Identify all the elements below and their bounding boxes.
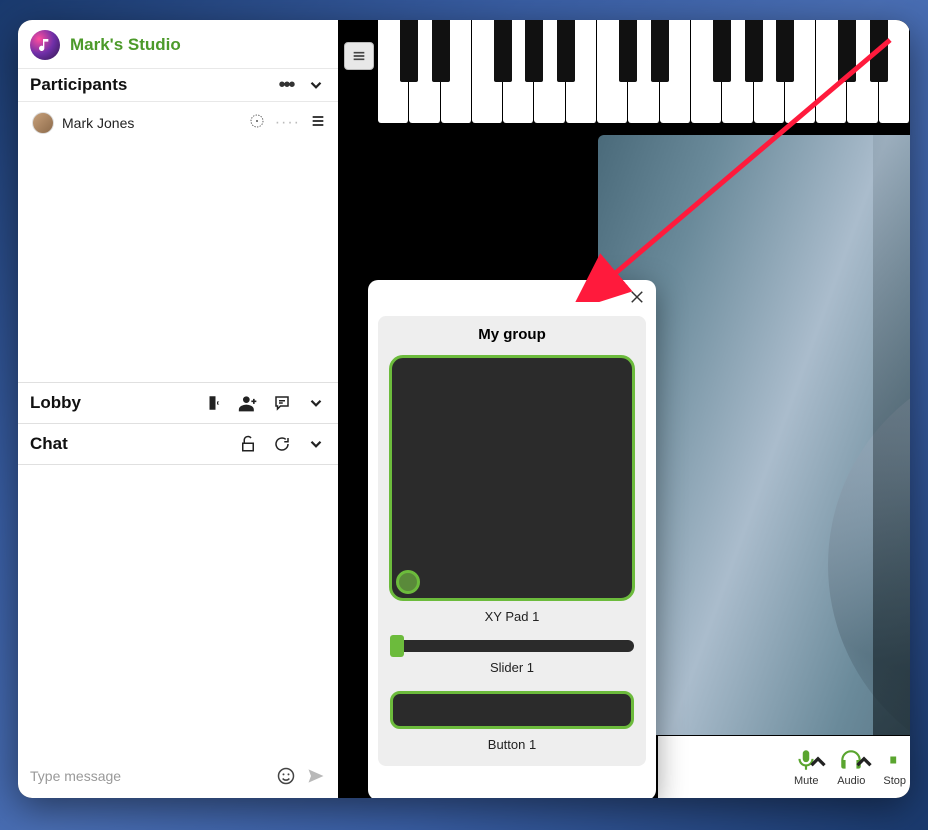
piano-white-key[interactable]: [660, 20, 691, 123]
emoji-icon[interactable]: [276, 766, 296, 786]
popup-close-button[interactable]: [628, 288, 646, 311]
slider[interactable]: [390, 640, 634, 652]
sidebar: Mark's Studio Participants ••• Mark Jone…: [18, 20, 338, 798]
participant-name: Mark Jones: [62, 115, 134, 131]
xy-pad[interactable]: [389, 355, 635, 601]
bottom-controls: Mute Audio Stop: [658, 736, 910, 798]
piano-menu-button[interactable]: [344, 42, 374, 70]
participant-avatar: [32, 112, 54, 134]
piano-white-key[interactable]: [785, 20, 816, 123]
piano-white-key[interactable]: [722, 20, 753, 123]
piano-white-key[interactable]: [472, 20, 503, 123]
door-icon[interactable]: [204, 393, 224, 413]
add-user-icon[interactable]: [238, 393, 258, 413]
participants-menu-icon[interactable]: •••: [276, 75, 296, 95]
piano-white-key[interactable]: [503, 20, 534, 123]
stop-label: Stop: [883, 775, 906, 787]
piano-white-key[interactable]: [378, 20, 409, 123]
piano-white-key[interactable]: [691, 20, 722, 123]
piano-white-key[interactable]: [847, 20, 878, 123]
studio-title[interactable]: Mark's Studio: [70, 35, 181, 55]
participant-row[interactable]: Mark Jones ····: [26, 108, 332, 138]
video-icon: [888, 747, 902, 773]
popup-title: My group: [388, 326, 636, 343]
music-note-icon: [37, 37, 53, 53]
video-person: [828, 355, 910, 735]
button-label: Button 1: [388, 737, 636, 752]
lobby-collapse-icon[interactable]: [306, 393, 326, 413]
send-icon[interactable]: [306, 766, 326, 786]
chat-title: Chat: [30, 434, 68, 454]
participants-list: Mark Jones ····: [18, 102, 338, 382]
piano-white-key[interactable]: [409, 20, 440, 123]
slider-label: Slider 1: [388, 660, 636, 675]
mute-button[interactable]: Mute: [787, 747, 825, 787]
sidebar-header: Mark's Studio: [18, 20, 338, 68]
participants-collapse-icon[interactable]: [306, 75, 326, 95]
piano-keyboard[interactable]: [378, 20, 910, 125]
piano-white-key[interactable]: [628, 20, 659, 123]
piano-white-key[interactable]: [754, 20, 785, 123]
piano-white-key[interactable]: [441, 20, 472, 123]
lobby-header: Lobby: [18, 382, 338, 423]
audio-button[interactable]: Audio: [831, 747, 871, 787]
custom-button[interactable]: [390, 691, 634, 729]
studio-avatar: [30, 30, 60, 60]
piano-white-key[interactable]: [566, 20, 597, 123]
lobby-title: Lobby: [30, 393, 81, 413]
signal-icon: ····: [275, 114, 300, 132]
piano-white-key[interactable]: [597, 20, 628, 123]
chat-collapse-icon[interactable]: [306, 434, 326, 454]
participants-header: Participants •••: [18, 68, 338, 102]
piano-white-key[interactable]: [534, 20, 565, 123]
piano-white-key[interactable]: [816, 20, 847, 123]
mute-options-icon[interactable]: [805, 749, 831, 778]
chat-body: [18, 465, 338, 758]
piano-bar: [338, 20, 910, 125]
latency-icon: [249, 113, 265, 134]
chat-input[interactable]: [30, 768, 266, 784]
app-window: Mark's Studio Participants ••• Mark Jone…: [18, 20, 910, 798]
chat-input-row: [18, 758, 338, 798]
chat-bubble-icon[interactable]: [272, 393, 292, 413]
participant-menu-icon[interactable]: [310, 113, 326, 134]
slider-handle[interactable]: [390, 635, 404, 657]
close-icon: [628, 288, 646, 306]
audio-options-icon[interactable]: [851, 749, 877, 778]
lock-open-icon[interactable]: [238, 434, 258, 454]
chat-header: Chat: [18, 423, 338, 465]
xy-pad-label: XY Pad 1: [388, 609, 636, 624]
controls-popup: My group XY Pad 1 Slider 1 Button 1: [368, 280, 656, 798]
piano-white-key[interactable]: [879, 20, 910, 123]
refresh-icon[interactable]: [272, 434, 292, 454]
stop-button[interactable]: Stop: [877, 747, 906, 787]
participants-title: Participants: [30, 75, 127, 95]
xy-pad-handle[interactable]: [396, 570, 420, 594]
